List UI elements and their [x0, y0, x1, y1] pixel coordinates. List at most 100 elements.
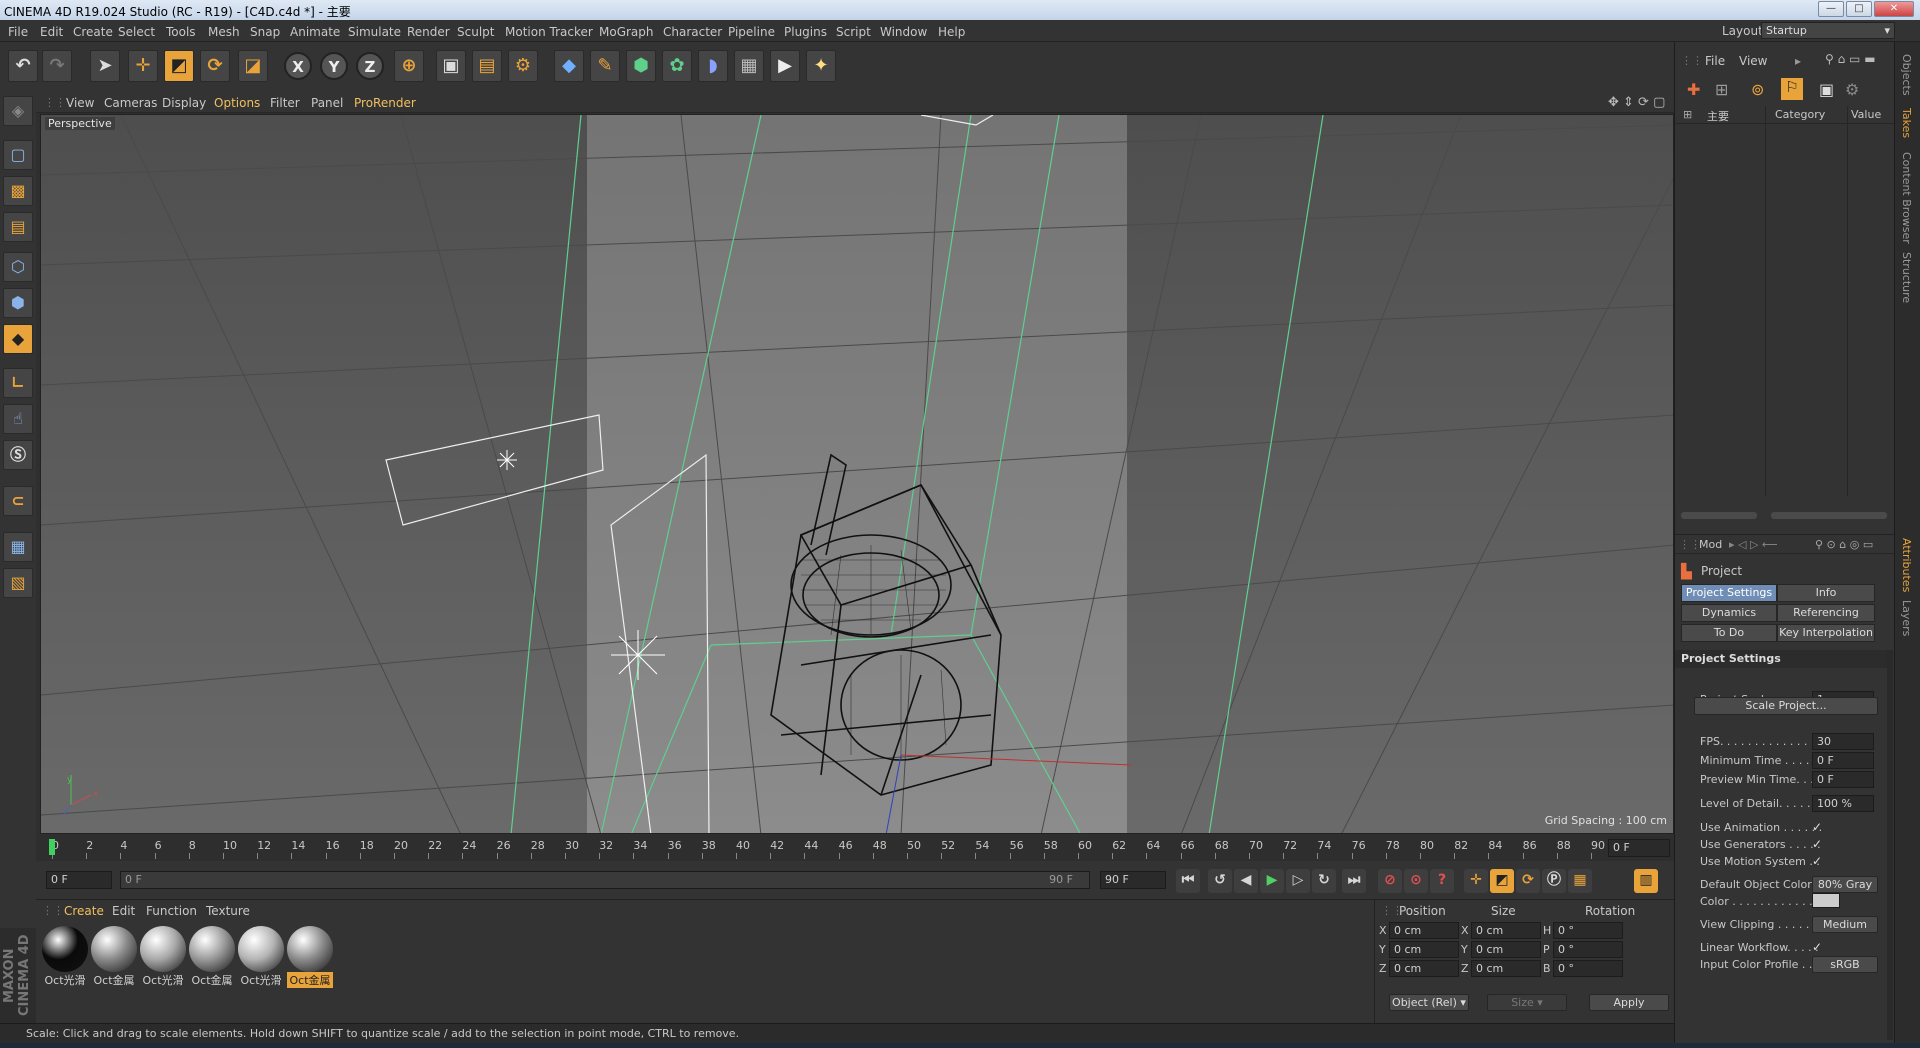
menu-plugins[interactable]: Plugins: [784, 25, 827, 39]
take-icon[interactable]: ✚: [1687, 80, 1700, 99]
vp-menu-panel[interactable]: Panel: [311, 96, 343, 110]
light-icon[interactable]: ✦: [806, 50, 836, 82]
current-frame-field[interactable]: 0 F: [46, 871, 112, 889]
coord-field[interactable]: 0 cm: [1471, 922, 1541, 939]
menu-window[interactable]: Window: [880, 25, 927, 39]
material-swatch[interactable]: [91, 926, 137, 972]
frame-range-slider[interactable]: 0 F 90 F: [120, 871, 1090, 889]
autokey-icon[interactable]: ⊙: [1404, 869, 1428, 893]
vp-menu-filter[interactable]: Filter: [270, 96, 300, 110]
tab-referencing[interactable]: Referencing: [1777, 604, 1875, 622]
menu-mograph[interactable]: MoGraph: [599, 25, 654, 39]
vp-menu-display[interactable]: Display: [162, 96, 206, 110]
tab-dynamics[interactable]: Dynamics: [1681, 604, 1777, 622]
coord-field[interactable]: 0 °: [1553, 960, 1623, 977]
maximize-button[interactable]: □: [1846, 1, 1872, 17]
vp-menu-view[interactable]: View: [66, 96, 94, 110]
attr-checkbox[interactable]: ✓: [1812, 837, 1822, 851]
timeline-ruler[interactable]: 0 2 4 6 8 10 12 14 16 18 20 22 24 26 28 30 32 34 36 38 40 42 4…: [36, 835, 1674, 861]
attr-field[interactable]: 0 F: [1812, 752, 1874, 769]
tab-info[interactable]: Info: [1777, 584, 1875, 602]
search-icon[interactable]: ⚲ ⌂ ▭ ▬: [1825, 52, 1876, 66]
coord-size-select[interactable]: Size ▾: [1487, 994, 1567, 1011]
select-arrow-icon[interactable]: ➤: [90, 50, 120, 82]
attr-field[interactable]: 0 F: [1812, 771, 1874, 788]
coord-field[interactable]: 0 °: [1553, 941, 1623, 958]
floor-icon[interactable]: ▦: [734, 50, 764, 82]
prev-key-icon[interactable]: ↺: [1208, 869, 1232, 893]
keyframe-selection-icon[interactable]: ?: [1430, 869, 1454, 893]
attr-color-swatch[interactable]: [1812, 893, 1840, 908]
take-record-icon[interactable]: ⊚: [1751, 80, 1764, 99]
make-editable-icon[interactable]: ◈: [3, 96, 33, 126]
menu-pipeline[interactable]: Pipeline: [728, 25, 775, 39]
rotate-icon[interactable]: ⟳: [200, 50, 230, 82]
key-scale-icon[interactable]: ◩: [1490, 869, 1514, 893]
take-override-icon[interactable]: ⊞: [1715, 80, 1728, 99]
coord-field[interactable]: 0 cm: [1389, 960, 1459, 977]
coord-field[interactable]: 0 cm: [1471, 941, 1541, 958]
key-rotation-icon[interactable]: ⟳: [1516, 869, 1540, 893]
coord-field[interactable]: 0 cm: [1389, 922, 1459, 939]
viewport-perspective[interactable]: y x Perspective Grid Spacing : 100 cm: [40, 114, 1674, 834]
material-name[interactable]: Oct光滑: [42, 972, 88, 988]
max-frame-field[interactable]: 90 F: [1100, 871, 1166, 889]
coord-field[interactable]: 0 cm: [1471, 960, 1541, 977]
solo-icon[interactable]: Ⓢ: [3, 440, 33, 470]
mat-menu-texture[interactable]: Texture: [206, 904, 250, 918]
material-swatch[interactable]: [189, 926, 235, 972]
menu-select[interactable]: Select: [118, 25, 155, 39]
expand-icon[interactable]: ⊞: [1683, 108, 1692, 121]
attr-search-icon[interactable]: ⚲ ⊙ ⌂ ◎ ▭: [1815, 538, 1873, 551]
viewport-nav-icon[interactable]: ✥ ⇕ ⟳ ▢: [1608, 95, 1665, 110]
material-name[interactable]: Oct金属: [189, 972, 235, 988]
key-pla-icon[interactable]: ▦: [1568, 869, 1592, 893]
take-settings-icon[interactable]: ⚙: [1845, 80, 1859, 99]
camera-icon[interactable]: ▶: [770, 50, 800, 82]
tab-key-interpolation[interactable]: Key Interpolation: [1777, 624, 1875, 642]
menu-snap[interactable]: Snap: [250, 25, 280, 39]
playhead[interactable]: [49, 839, 55, 855]
key-parameter-icon[interactable]: Ⓟ: [1542, 869, 1566, 893]
material-swatch[interactable]: [140, 926, 186, 972]
lock-workplane-icon[interactable]: ▦: [3, 532, 33, 562]
take-render-icon[interactable]: ▣: [1819, 80, 1834, 99]
material-swatch[interactable]: [287, 926, 333, 972]
undo-icon[interactable]: ↶: [8, 50, 38, 82]
attr-checkbox[interactable]: ✓: [1812, 820, 1822, 834]
side-tab-attributes[interactable]: Attributes: [1900, 538, 1913, 592]
attr-field[interactable]: 100 %: [1812, 795, 1874, 812]
x-axis-lock-icon[interactable]: X: [284, 52, 312, 80]
objects-menu-view[interactable]: View: [1739, 54, 1767, 68]
minimize-button[interactable]: —: [1818, 1, 1844, 17]
attr-dropdown[interactable]: 80% Gray: [1812, 876, 1878, 893]
model-mode-icon[interactable]: ▢: [3, 140, 33, 170]
tweak-mode-icon[interactable]: ☝: [3, 404, 33, 434]
coord-field[interactable]: 0 cm: [1389, 941, 1459, 958]
attr-dropdown[interactable]: Medium: [1812, 916, 1878, 933]
attr-field[interactable]: 30: [1812, 733, 1874, 750]
axis-mode-icon[interactable]: ∟: [3, 368, 33, 398]
take-lock-icon[interactable]: ⚐: [1781, 78, 1803, 100]
render-settings-icon[interactable]: ⚙: [508, 50, 538, 82]
close-button[interactable]: ✕: [1874, 1, 1914, 17]
mat-menu-create[interactable]: Create: [64, 904, 104, 918]
menu-motion-tracker[interactable]: Motion Tracker: [505, 25, 593, 39]
material-name[interactable]: Oct光滑: [140, 972, 186, 988]
takes-scrollbar-left[interactable]: [1681, 512, 1757, 519]
cube-primitive-icon[interactable]: ◆: [554, 50, 584, 82]
recent-tool-icon[interactable]: ◪: [238, 50, 268, 82]
next-frame-icon[interactable]: ▷: [1286, 869, 1310, 893]
menu-file[interactable]: File: [8, 25, 28, 39]
redo-icon[interactable]: ↷: [42, 50, 72, 82]
material-swatch[interactable]: [42, 926, 88, 972]
menu-character[interactable]: Character: [663, 25, 722, 39]
prev-frame-icon[interactable]: ◀: [1234, 869, 1258, 893]
material-name[interactable]: Oct金属: [287, 972, 333, 988]
menu-sculpt[interactable]: Sculpt: [457, 25, 494, 39]
menu-edit[interactable]: Edit: [40, 25, 63, 39]
texture-mode-icon[interactable]: ▩: [3, 176, 33, 206]
edges-mode-icon[interactable]: ⬢: [3, 288, 33, 318]
menu-help[interactable]: Help: [938, 25, 965, 39]
vp-menu-cameras[interactable]: Cameras: [104, 96, 157, 110]
